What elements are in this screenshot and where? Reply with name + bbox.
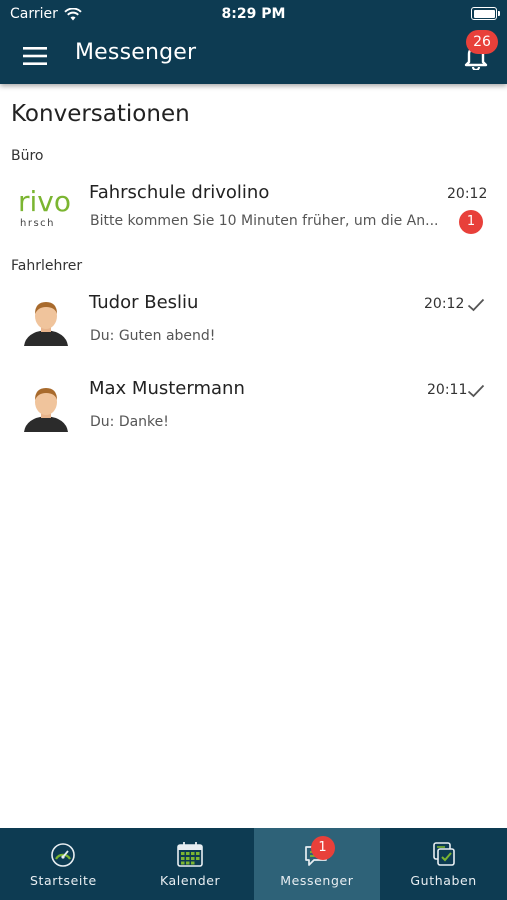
app-bar: Messenger 26 xyxy=(0,28,507,84)
tab-label: Startseite xyxy=(29,873,97,888)
avatar xyxy=(24,302,68,346)
status-bar: Carrier 8:29 PM xyxy=(0,0,507,28)
tab-messenger[interactable]: 1 Messenger xyxy=(253,828,381,900)
read-check-icon xyxy=(467,384,485,398)
conversation-preview: Bitte kommen Sie 10 Minuten früher, um d… xyxy=(90,213,439,229)
tab-kalender[interactable]: Kalender xyxy=(127,828,254,900)
speedometer-icon xyxy=(51,843,76,867)
conversation-name: Tudor Besliu xyxy=(89,292,199,313)
app-title: Messenger xyxy=(75,40,197,65)
bottom-navigation: Startseite Kalender 1 Messenger Guthaben xyxy=(0,828,507,900)
conversation-fahrschule-drivolino[interactable]: rivo hrsch Fahrschule drivolino 20:12 Bi… xyxy=(0,170,507,250)
unread-badge: 1 xyxy=(459,210,483,234)
conversation-name: Fahrschule drivolino xyxy=(89,182,270,203)
status-time: 8:29 PM xyxy=(221,6,286,22)
conversation-time: 20:11 xyxy=(427,382,468,398)
section-label-fahrlehrer: Fahrlehrer xyxy=(11,258,83,274)
tab-startseite[interactable]: Startseite xyxy=(0,828,127,900)
logo-text-bottom: hrsch xyxy=(20,218,55,229)
battery-icon xyxy=(471,7,500,20)
hamburger-icon xyxy=(23,47,47,65)
calendar-icon xyxy=(177,842,203,867)
conversation-preview: Du: Guten abend! xyxy=(90,328,216,344)
conversation-max-mustermann[interactable]: Max Mustermann 20:11 Du: Danke! xyxy=(0,368,507,448)
tab-label: Guthaben xyxy=(410,873,477,888)
section-label-buero: Büro xyxy=(11,148,44,164)
header: Carrier 8:29 PM Messenger 26 xyxy=(0,0,507,84)
read-check-icon xyxy=(467,298,485,312)
notifications-badge: 26 xyxy=(466,30,498,54)
messenger-badge: 1 xyxy=(310,836,335,860)
conversation-time: 20:12 xyxy=(424,296,465,312)
tab-label: Kalender xyxy=(159,873,221,888)
page-title: Konversationen xyxy=(11,101,190,127)
tab-guthaben[interactable]: Guthaben xyxy=(380,828,507,900)
conversation-preview: Du: Danke! xyxy=(90,414,169,430)
avatar xyxy=(24,388,68,432)
tab-label: Messenger xyxy=(280,873,354,888)
conversation-name: Max Mustermann xyxy=(89,378,245,399)
menu-button[interactable] xyxy=(18,42,52,70)
drivolino-logo: rivo hrsch xyxy=(18,185,71,229)
wallet-icon xyxy=(432,842,455,866)
conversation-time: 20:12 xyxy=(447,186,488,202)
logo-text-top: rivo xyxy=(18,185,71,218)
conversation-tudor-besliu[interactable]: Tudor Besliu 20:12 Du: Guten abend! xyxy=(0,282,507,362)
